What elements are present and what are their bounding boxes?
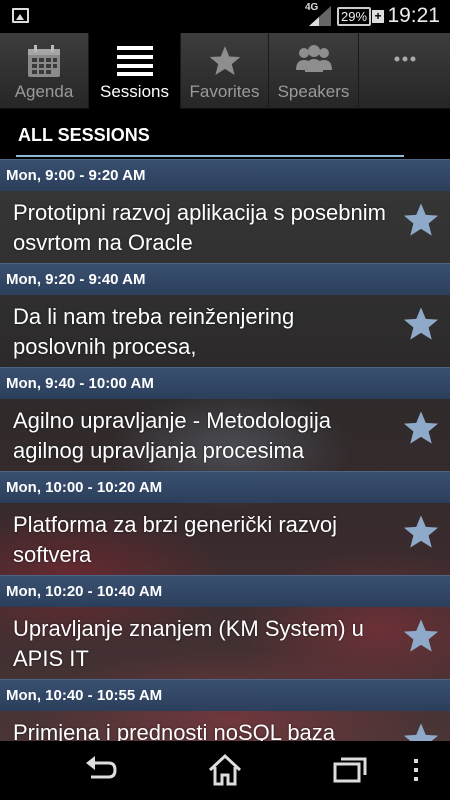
time-header: Mon, 9:40 - 10:00 AM bbox=[0, 367, 450, 399]
status-bar: 4G 29% + 19:21 bbox=[0, 0, 450, 33]
session-item[interactable]: Agilno upravljanje - Metodologija agilno… bbox=[0, 399, 450, 471]
session-title: Agilno upravljanje - Metodologija agilno… bbox=[13, 408, 331, 463]
session-title: Da li nam treba reinženjering poslovnih … bbox=[13, 304, 295, 359]
time-label: Mon, 9:00 - 9:20 AM bbox=[6, 167, 146, 184]
favorite-star-icon[interactable] bbox=[402, 305, 440, 343]
session-title: Prototipni razvoj aplikacija s posebnim … bbox=[13, 200, 386, 255]
clock: 19:21 bbox=[387, 4, 440, 27]
time-label: Mon, 10:00 - 10:20 AM bbox=[6, 479, 163, 496]
time-label: Mon, 10:40 - 10:55 AM bbox=[6, 687, 163, 704]
time-header: Mon, 10:00 - 10:20 AM bbox=[0, 471, 450, 503]
tab-bar: Agenda Sessions Favorites Speakers bbox=[0, 33, 450, 109]
signal-icon bbox=[309, 6, 331, 26]
tab-agenda[interactable]: Agenda bbox=[0, 33, 89, 109]
recent-apps-icon[interactable] bbox=[332, 753, 368, 787]
tab-label: Agenda bbox=[14, 82, 74, 101]
time-label: Mon, 10:20 - 10:40 AM bbox=[6, 583, 163, 600]
overflow-menu-icon bbox=[394, 56, 415, 62]
favorite-star-icon[interactable] bbox=[402, 513, 440, 551]
time-header: Mon, 9:00 - 9:20 AM bbox=[0, 159, 450, 191]
section-underline bbox=[16, 155, 404, 157]
session-item[interactable]: Platforma za brzi generički razvoj softv… bbox=[0, 503, 450, 575]
tab-sessions[interactable]: Sessions bbox=[89, 33, 181, 109]
list-icon bbox=[116, 46, 153, 76]
time-label: Mon, 9:20 - 9:40 AM bbox=[6, 271, 146, 288]
session-title: Primjena i prednosti noSQL baza bbox=[13, 720, 336, 741]
tab-favorites[interactable]: Favorites bbox=[181, 33, 269, 109]
charging-plus-icon: + bbox=[372, 10, 384, 23]
time-header: Mon, 10:20 - 10:40 AM bbox=[0, 575, 450, 607]
people-icon bbox=[295, 45, 332, 72]
favorite-star-icon[interactable] bbox=[402, 617, 440, 655]
session-item[interactable]: Upravljanje znanjem (KM System) u APIS I… bbox=[0, 607, 450, 679]
time-header: Mon, 10:40 - 10:55 AM bbox=[0, 679, 450, 711]
sessions-list[interactable]: ALL SESSIONS Mon, 9:00 - 9:20 AM Prototi… bbox=[0, 109, 450, 741]
tab-label: Favorites bbox=[189, 82, 260, 101]
section-title: ALL SESSIONS bbox=[18, 125, 150, 145]
session-title: Platforma za brzi generički razvoj softv… bbox=[13, 512, 338, 567]
session-title: Upravljanje znanjem (KM System) u APIS I… bbox=[13, 616, 364, 671]
calendar-icon bbox=[28, 45, 60, 77]
session-item[interactable]: Prototipni razvoj aplikacija s posebnim … bbox=[0, 191, 450, 263]
back-icon[interactable] bbox=[83, 753, 119, 787]
battery-level: 29% bbox=[340, 9, 368, 24]
menu-icon[interactable] bbox=[410, 753, 422, 787]
favorite-star-icon[interactable] bbox=[402, 201, 440, 239]
battery-icon: 29% bbox=[337, 7, 371, 26]
navigation-bar bbox=[0, 741, 450, 800]
overflow-menu-button[interactable] bbox=[359, 33, 450, 109]
home-icon[interactable] bbox=[207, 753, 243, 787]
star-icon bbox=[209, 46, 240, 76]
tab-label: Sessions bbox=[100, 82, 169, 101]
session-item[interactable]: Primjena i prednosti noSQL baza bbox=[0, 711, 450, 741]
favorite-star-icon[interactable] bbox=[402, 721, 440, 741]
session-item[interactable]: Da li nam treba reinženjering poslovnih … bbox=[0, 295, 450, 367]
favorite-star-icon[interactable] bbox=[402, 409, 440, 447]
tab-label: Speakers bbox=[277, 82, 350, 101]
tab-speakers[interactable]: Speakers bbox=[269, 33, 359, 109]
section-header: ALL SESSIONS bbox=[0, 109, 450, 159]
image-notification-icon bbox=[12, 8, 29, 23]
time-header: Mon, 9:20 - 9:40 AM bbox=[0, 263, 450, 295]
time-label: Mon, 9:40 - 10:00 AM bbox=[6, 375, 154, 392]
